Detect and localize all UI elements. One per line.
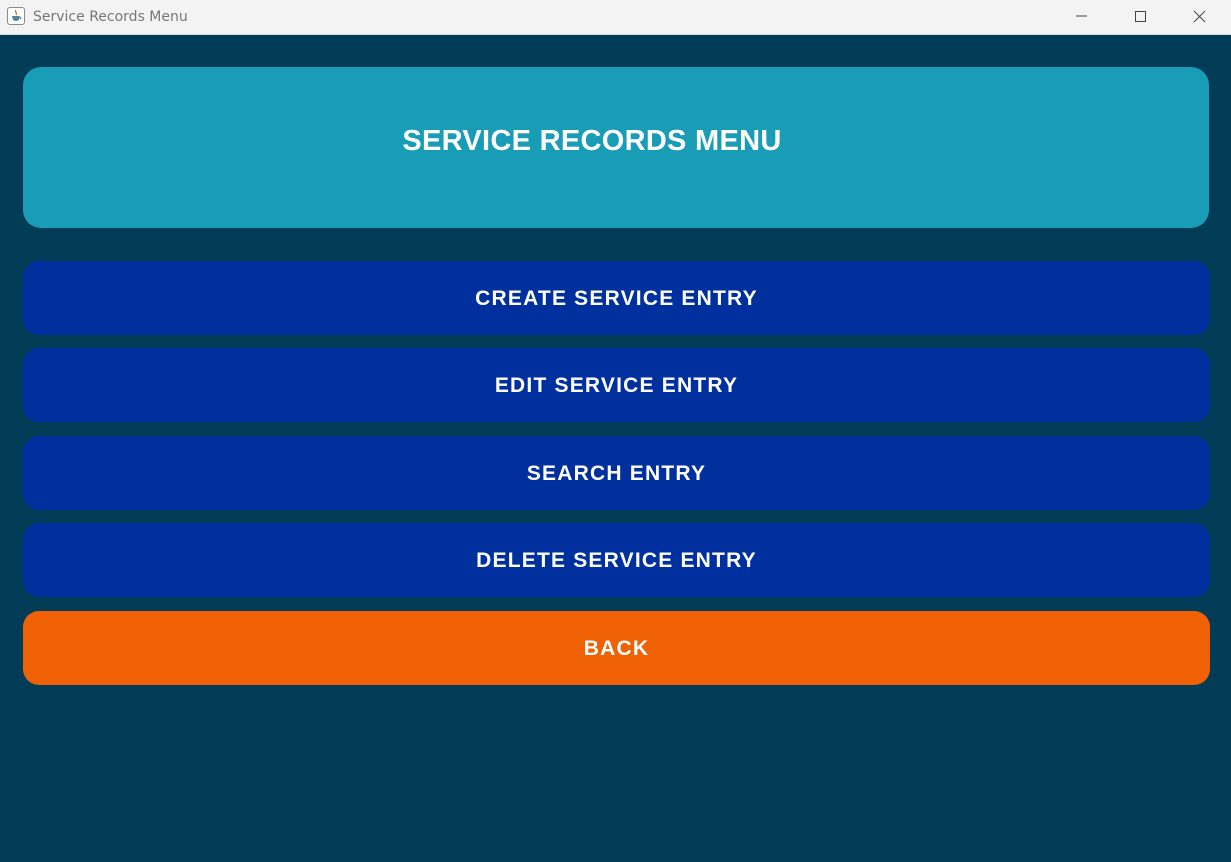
title-bar[interactable]: Service Records Menu (0, 0, 1231, 35)
close-button[interactable] (1177, 0, 1223, 34)
app-window: Service Records Menu SERVICE RECORDS MEN… (0, 0, 1231, 862)
java-cup-icon (7, 7, 25, 25)
header-panel: SERVICE RECORDS MENU (23, 67, 1209, 228)
page-title: SERVICE RECORDS MENU (402, 125, 782, 157)
delete-service-entry-button[interactable]: DELETE SERVICE ENTRY (23, 523, 1210, 597)
maximize-button[interactable] (1118, 0, 1164, 34)
minimize-button[interactable] (1059, 0, 1105, 34)
close-icon (1193, 10, 1206, 23)
maximize-icon (1135, 11, 1146, 22)
minimize-icon (1076, 15, 1087, 17)
create-service-entry-button[interactable]: CREATE SERVICE ENTRY (23, 261, 1210, 335)
search-entry-button[interactable]: SEARCH ENTRY (23, 436, 1210, 510)
window-title: Service Records Menu (33, 9, 188, 25)
edit-service-entry-button[interactable]: EDIT SERVICE ENTRY (23, 348, 1210, 422)
back-button[interactable]: BACK (23, 611, 1210, 685)
